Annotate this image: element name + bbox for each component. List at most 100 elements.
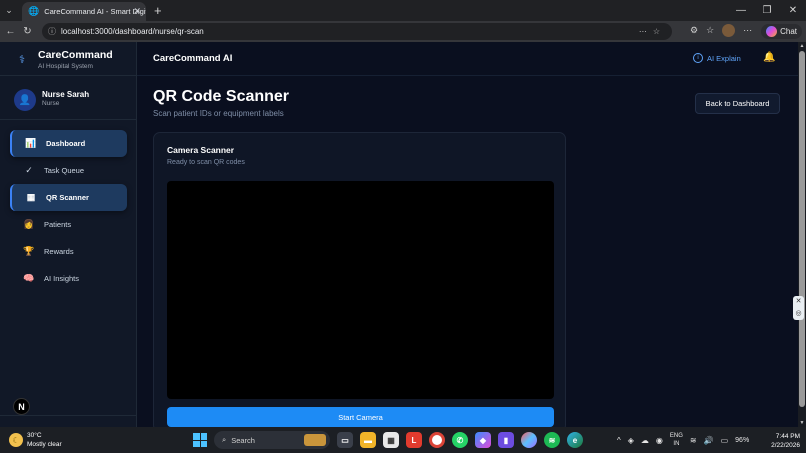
sidebar-item-rewards[interactable]: 🏆 Rewards: [10, 238, 127, 265]
close-window-button[interactable]: ✕: [780, 5, 806, 16]
extensions-icon[interactable]: ⚙: [690, 25, 698, 36]
lang-region: IN: [673, 441, 680, 447]
scrollbar-thumb[interactable]: [799, 51, 805, 407]
volume-icon[interactable]: 🔊: [704, 436, 714, 445]
new-tab-button[interactable]: +: [154, 3, 162, 18]
scanner-status: Ready to scan QR codes: [167, 159, 245, 166]
app-colorful-icon[interactable]: [521, 432, 537, 448]
user-role: Nurse: [42, 100, 60, 107]
wifi-icon[interactable]: ≋: [690, 436, 697, 445]
sidebar: ⚕ CareCommand AI Hospital System 👤 Nurse…: [0, 42, 137, 427]
file-explorer-icon[interactable]: ▬: [360, 432, 376, 448]
sidebar-item-label: Rewards: [44, 247, 74, 256]
battery-icon[interactable]: ▭: [721, 436, 729, 445]
clock[interactable]: 7:44 PM 2/22/2026: [764, 432, 800, 450]
sidebar-item-label: Task Queue: [44, 166, 85, 175]
app-l-icon[interactable]: L: [406, 432, 422, 448]
site-info-icon[interactable]: ⓘ: [48, 26, 56, 37]
sidebar-item-label: QR Scanner: [46, 193, 89, 202]
nextjs-dev-badge[interactable]: N: [13, 398, 30, 415]
address-bar[interactable]: ⓘ localhost:3000/dashboard/nurse/qr-scan…: [42, 23, 672, 40]
brain-icon: 🧠: [23, 273, 35, 283]
cloud-icon[interactable]: ☁: [641, 436, 649, 445]
browser-toolbar: ← ↻ ⓘ localhost:3000/dashboard/nurse/qr-…: [0, 21, 806, 42]
sidebar-item-patients[interactable]: 👩 Patients: [10, 211, 127, 238]
restore-button[interactable]: ❐: [754, 5, 780, 16]
more-menu-icon[interactable]: ⋯: [743, 25, 752, 36]
minimize-button[interactable]: —: [728, 5, 754, 16]
language-indicator[interactable]: ENG IN: [670, 432, 683, 448]
back-to-dashboard-button[interactable]: Back to Dashboard: [695, 93, 780, 114]
ai-explain-label: AI Explain: [707, 53, 741, 63]
search-highlight-image: [304, 434, 326, 446]
copilot-app-icon[interactable]: ◆: [475, 432, 491, 448]
search-icon: ⌕: [222, 435, 227, 444]
ai-explain-button[interactable]: i AI Explain: [693, 53, 741, 63]
scroll-down-icon[interactable]: ▼: [799, 420, 805, 426]
page-scrollbar[interactable]: ▲ ▼: [798, 42, 806, 427]
caduceus-icon: ⚕: [19, 54, 25, 66]
whatsapp-icon[interactable]: ✆: [452, 432, 468, 448]
app-purple-icon[interactable]: ▮: [498, 432, 514, 448]
chevron-up-icon[interactable]: ^: [617, 436, 621, 445]
sidebar-item-task-queue[interactable]: ✓ Task Queue: [10, 157, 127, 184]
camera-scanner-card: Camera Scanner Ready to scan QR codes St…: [153, 132, 566, 432]
page-title: QR Code Scanner: [153, 88, 290, 105]
bell-icon[interactable]: 🔔: [763, 52, 775, 63]
weather-desc: Mostly clear: [27, 441, 62, 448]
sidebar-footer: [0, 415, 137, 427]
chrome-icon[interactable]: [429, 432, 445, 448]
close-icon[interactable]: ✕: [796, 298, 802, 306]
shield-icon[interactable]: ◈: [628, 436, 634, 445]
favorites-icon[interactable]: ☆: [706, 25, 714, 36]
taskbar-search[interactable]: ⌕ Search: [214, 431, 330, 449]
store-icon[interactable]: ▦: [383, 432, 399, 448]
qr-code-icon: ▦: [26, 192, 36, 202]
sidebar-item-ai-insights[interactable]: 🧠 AI Insights: [10, 265, 127, 292]
tab-list-chevron-icon[interactable]: ⌄: [0, 5, 18, 16]
browser-tab[interactable]: 🌐 CareCommand AI - Smart Digital H ✕: [22, 2, 146, 21]
sidebar-item-dashboard[interactable]: 📊 Dashboard: [10, 130, 127, 157]
close-tab-icon[interactable]: ✕: [133, 6, 141, 17]
search-label: Search: [231, 435, 255, 445]
checkmark-icon: ✓: [25, 165, 33, 175]
tab-title: CareCommand AI - Smart Digital H: [44, 7, 146, 16]
spotify-icon[interactable]: ≋: [544, 432, 560, 448]
weather-widget[interactable]: ☾ 30°C Mostly clear: [9, 431, 62, 449]
taskbar-apps: ⌕ Search ▭ ▬ ▦ L ✆ ◆ ▮ ≋ e: [193, 430, 583, 450]
battery-percent: 96%: [735, 436, 750, 444]
task-view-icon[interactable]: ▭: [337, 432, 353, 448]
chart-icon: 📊: [25, 138, 37, 148]
brand-name: CareCommand: [38, 49, 113, 61]
sidebar-item-label: Patients: [44, 220, 72, 229]
weather-temp: 30°C: [27, 432, 42, 439]
browser-extension-icons: ⚙ ☆ ⋯: [690, 24, 752, 37]
profile-avatar[interactable]: [722, 24, 736, 37]
system-tray: ^ ◈ ☁ ◉ ENG IN ≋ 🔊 ▭ 96%: [617, 430, 749, 450]
trophy-icon: 🏆: [23, 246, 35, 256]
reload-icon[interactable]: ↻: [19, 26, 36, 37]
sidebar-item-label: AI Insights: [44, 274, 80, 283]
windows-start-icon[interactable]: [193, 433, 207, 447]
user-name: Nurse Sarah: [42, 90, 90, 99]
scroll-up-icon[interactable]: ▲: [799, 43, 805, 49]
app-title: CareCommand AI: [153, 53, 233, 64]
camera-preview: [167, 181, 554, 399]
windows-taskbar: ☾ 30°C Mostly clear ⌕ Search ▭ ▬ ▦ L ✆ ◆…: [0, 427, 806, 453]
floating-extension-widget[interactable]: ✕ ◎: [793, 296, 804, 320]
edge-icon[interactable]: e: [567, 432, 583, 448]
extension-icon[interactable]: ◎: [795, 310, 801, 318]
meet-icon[interactable]: ◉: [656, 436, 663, 445]
clock-date: 2/22/2026: [771, 442, 800, 449]
clock-time: 7:44 PM: [775, 433, 800, 440]
globe-icon: 🌐: [28, 6, 40, 16]
start-camera-button[interactable]: Start Camera: [167, 407, 554, 427]
back-arrow-icon[interactable]: ←: [2, 26, 19, 37]
copilot-chat-button[interactable]: Chat: [761, 24, 802, 39]
info-icon: i: [693, 53, 703, 63]
sidebar-item-qr-scanner[interactable]: ▦ QR Scanner: [10, 184, 127, 211]
address-bar-actions[interactable]: ⋯☆: [639, 27, 666, 36]
page-subtitle: Scan patient IDs or equipment labels: [153, 109, 284, 118]
weather-moon-icon: ☾: [9, 433, 23, 447]
card-title: Camera Scanner: [167, 145, 235, 155]
